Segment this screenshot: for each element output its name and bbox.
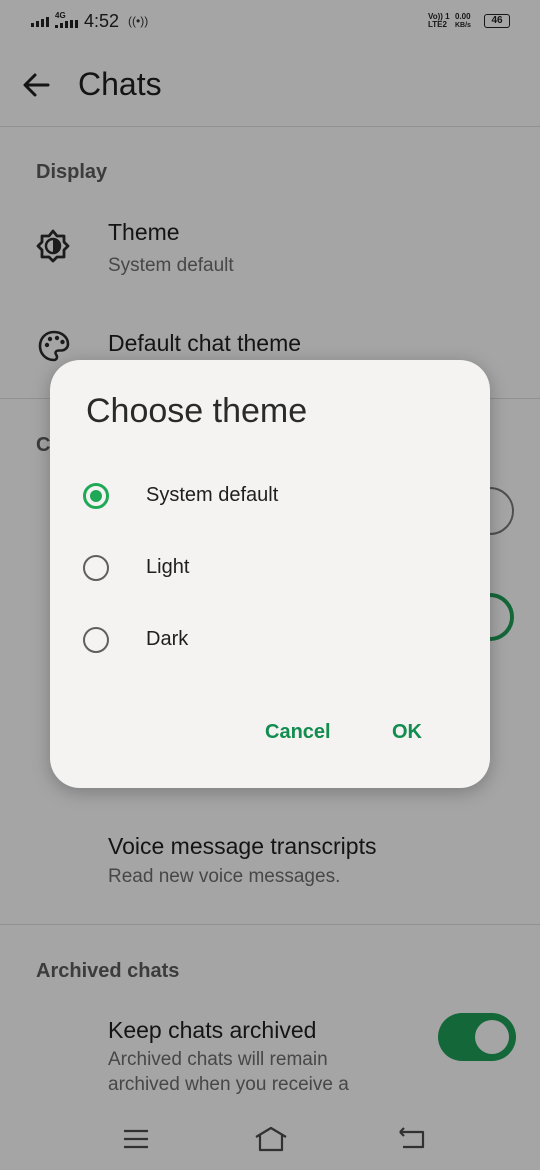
option-dark[interactable]: Dark (70, 610, 470, 670)
option-label: System default (146, 484, 279, 506)
radio-unselected-icon[interactable] (83, 555, 109, 581)
radio-unselected-icon[interactable] (83, 627, 109, 653)
radio-selected-icon[interactable] (83, 483, 109, 509)
option-label: Dark (146, 628, 189, 650)
ok-button[interactable]: OK (392, 721, 422, 744)
dialog-title: Choose theme (86, 392, 308, 430)
choose-theme-dialog: Choose theme System default Light Dark C… (50, 360, 490, 788)
option-label: Light (146, 556, 190, 578)
cancel-button[interactable]: Cancel (265, 721, 331, 744)
option-system-default[interactable]: System default (70, 466, 470, 526)
option-light[interactable]: Light (70, 538, 470, 598)
